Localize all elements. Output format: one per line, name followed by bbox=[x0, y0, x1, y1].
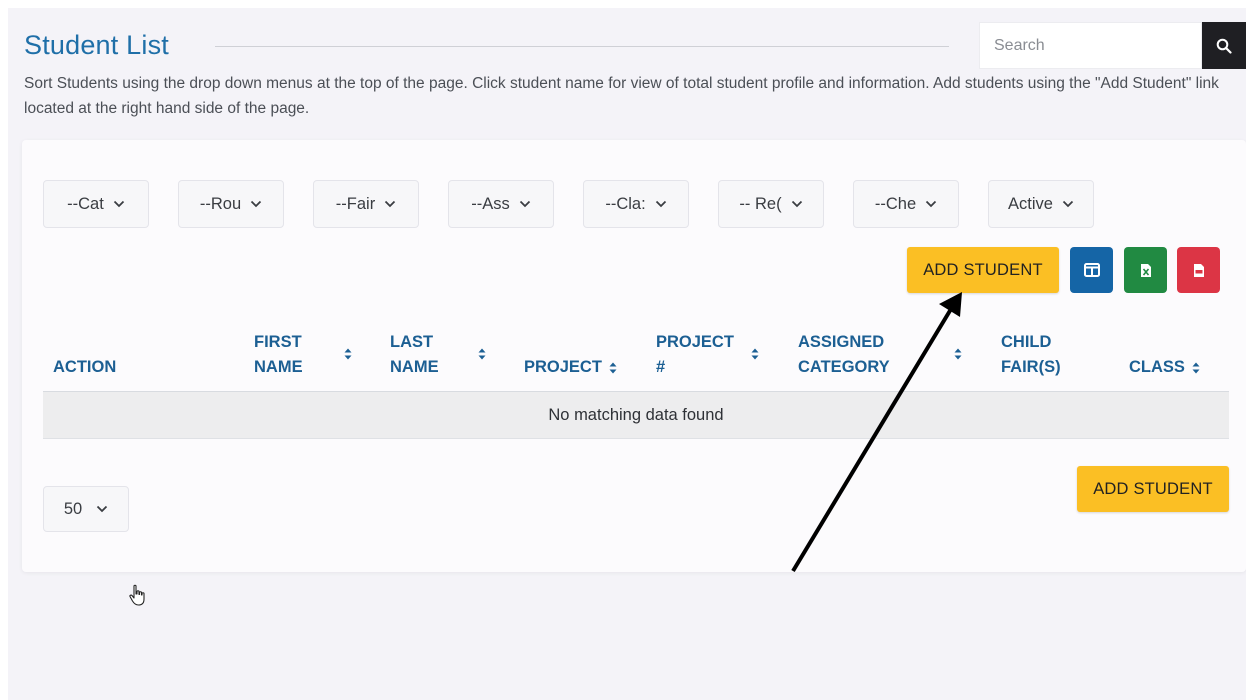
annotation-arrow bbox=[791, 292, 962, 573]
hand-cursor-icon bbox=[129, 584, 145, 606]
